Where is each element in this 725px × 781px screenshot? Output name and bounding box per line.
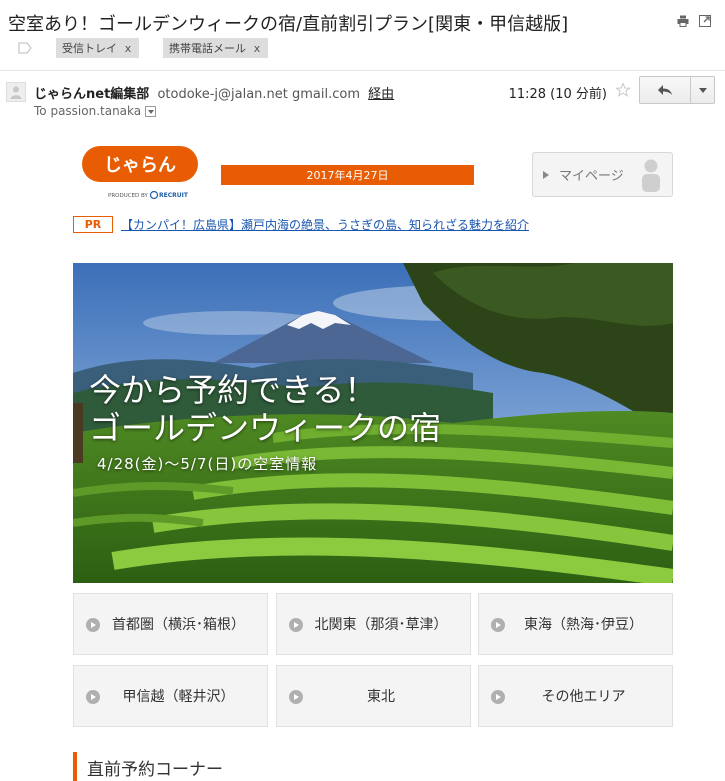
play-circle-icon	[288, 618, 303, 632]
pr-row: PR 【カンパイ！広島県】瀬戸内海の絶景、うさぎの島、知られざる魅力を紹介	[73, 216, 529, 233]
area-button-koshinetsu[interactable]: 甲信越（軽井沢）	[73, 665, 268, 727]
label-chip-text: 受信トレイ	[62, 42, 117, 55]
star-icon[interactable]	[615, 82, 631, 98]
remove-label-button[interactable]: x	[246, 42, 268, 55]
area-button-other[interactable]: その他エリア	[478, 665, 673, 727]
area-button-label: 北関東（那須･草津）	[314, 617, 448, 633]
section-title: 直前予約コーナー	[73, 752, 223, 781]
recipient-text: To passion.tanaka	[34, 104, 142, 118]
header-divider	[0, 70, 725, 71]
area-button-tokai[interactable]: 東海（熱海･伊豆）	[478, 593, 673, 655]
area-button-grid: 首都圏（横浜･箱根） 北関東（那須･草津） 東海（熱海･伊豆） 甲信越（軽井沢）…	[73, 593, 673, 727]
remove-label-button[interactable]: x	[117, 42, 139, 55]
area-button-label: 首都圏（横浜･箱根）	[112, 617, 245, 633]
recipient-line: To passion.tanaka	[34, 104, 157, 118]
logo-tagline: PRODUCED BY	[108, 193, 148, 199]
area-button-shutoken[interactable]: 首都圏（横浜･箱根）	[73, 593, 268, 655]
hero-title-line1: 今から予約できる！	[89, 371, 377, 409]
area-button-label: 甲信越（軽井沢）	[122, 689, 235, 705]
play-circle-icon	[491, 618, 505, 632]
hero-title-line2: ゴールデンウィークの宿	[89, 409, 442, 447]
jalan-logo[interactable]: じゃらん PRODUCED BY RECRUIT	[80, 144, 200, 204]
logo-text: じゃらん	[104, 155, 176, 176]
avatar-icon	[6, 82, 26, 102]
mypage-button[interactable]: マイページ	[532, 152, 673, 197]
reply-icon	[658, 85, 672, 95]
label-icon[interactable]	[18, 39, 32, 58]
label-chip-text: 携帯電話メール	[169, 42, 246, 55]
play-circle-icon	[491, 690, 505, 704]
area-button-tohoku[interactable]: 東北	[275, 665, 471, 727]
label-row: 受信トレイ x 携帯電話メール x	[18, 38, 268, 58]
sender-name[interactable]: じゃらんnet編集部	[34, 87, 149, 102]
caret-down-icon	[698, 87, 707, 93]
via-link[interactable]: 経由	[368, 87, 394, 102]
newsletter-date: 2017年4月27日	[221, 165, 474, 185]
play-circle-icon	[86, 690, 100, 704]
hero-title: 今から予約できる！ ゴールデンウィークの宿	[89, 371, 441, 447]
hero-subtitle: 4/28(金)〜5/7(日)の空室情報	[97, 455, 318, 473]
mypage-label: マイページ	[559, 169, 624, 184]
timestamp: 11:28 (10 分前)	[508, 87, 607, 102]
logo-brand: RECRUIT	[159, 192, 189, 199]
hero-banner[interactable]: 今から予約できる！ ゴールデンウィークの宿 4/28(金)〜5/7(日)の空室情…	[73, 263, 673, 583]
reply-button[interactable]	[639, 76, 691, 104]
email-subject: 空室あり！ゴールデンウィークの宿/直前割引プラン[関東・甲信越版]	[8, 14, 569, 35]
arrow-right-icon	[543, 170, 549, 179]
person-icon	[642, 159, 660, 192]
area-button-kitakanto[interactable]: 北関東（那須･草津）	[275, 593, 471, 655]
print-icon[interactable]	[677, 12, 689, 27]
label-chip-mobile[interactable]: 携帯電話メール x	[163, 38, 268, 58]
header-actions	[677, 12, 711, 27]
recipient-details-toggle[interactable]	[145, 105, 157, 117]
area-button-label: その他エリア	[541, 689, 626, 705]
pr-link[interactable]: 【カンパイ！広島県】瀬戸内海の絶景、うさぎの島、知られざる魅力を紹介	[121, 216, 529, 233]
reply-controls	[639, 76, 715, 104]
play-circle-icon	[288, 690, 303, 704]
sender-address: otodoke-j@jalan.net gmail.com	[157, 87, 361, 102]
area-button-label: 東北	[367, 689, 395, 705]
new-window-icon[interactable]	[699, 12, 711, 27]
pr-badge: PR	[73, 216, 113, 233]
more-actions-button[interactable]	[691, 76, 715, 104]
sender-line: じゃらんnet編集部 otodoke-j@jalan.net gmail.com…	[34, 83, 394, 102]
area-button-label: 東海（熱海･伊豆）	[524, 617, 643, 633]
label-chip-inbox[interactable]: 受信トレイ x	[56, 38, 139, 58]
play-circle-icon	[86, 618, 100, 632]
